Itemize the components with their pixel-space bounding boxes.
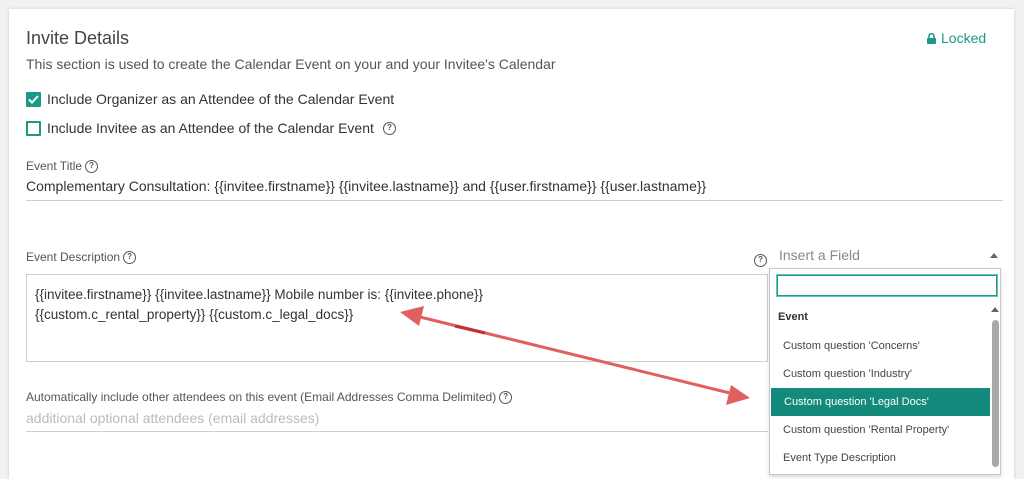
dropdown-option[interactable]: Custom question 'Rental Property' xyxy=(770,416,990,444)
help-icon[interactable]: ? xyxy=(499,390,513,404)
help-icon[interactable]: ? xyxy=(123,250,137,264)
organizer-attendee-checkbox[interactable] xyxy=(26,91,41,107)
insert-field-select[interactable]: Insert a Field xyxy=(779,247,1001,263)
dropdown-scrollbar-thumb[interactable] xyxy=(992,320,999,467)
invitee-attendee-row[interactable]: Include Invitee as an Attendee of the Ca… xyxy=(26,120,396,136)
invitee-attendee-label: Include Invitee as an Attendee of the Ca… xyxy=(47,120,374,136)
organizer-attendee-row[interactable]: Include Organizer as an Attendee of the … xyxy=(26,91,394,107)
dropdown-search-input[interactable] xyxy=(776,274,998,297)
caret-up-icon xyxy=(990,252,998,258)
attendees-label: Automatically include other attendees on… xyxy=(26,390,497,404)
dropdown-option[interactable]: Custom question 'Industry' xyxy=(770,360,990,388)
event-description-textarea[interactable]: {{invitee.firstname}} {{invitee.lastname… xyxy=(26,274,768,362)
help-icon[interactable]: ? xyxy=(85,159,99,173)
attendees-label-row: Automatically include other attendees on… xyxy=(26,390,513,404)
invitee-attendee-checkbox[interactable] xyxy=(26,120,41,136)
scroll-up-icon[interactable] xyxy=(991,307,999,312)
insert-field-help[interactable]: ? xyxy=(754,249,767,267)
help-icon[interactable]: ? xyxy=(754,253,767,267)
organizer-attendee-label: Include Organizer as an Attendee of the … xyxy=(47,91,395,107)
event-description-line: {{custom.c_rental_property}} {{custom.c_… xyxy=(35,307,354,322)
locked-label: Locked xyxy=(941,30,987,46)
locked-status[interactable]: Locked xyxy=(927,30,986,46)
event-title-label: Event Title xyxy=(26,159,83,173)
section-title: Invite Details xyxy=(26,28,130,48)
lock-icon xyxy=(927,32,936,44)
attendees-input[interactable]: additional optional attendees (email add… xyxy=(26,410,768,432)
event-title-field[interactable]: Complementary Consultation: {{invitee.fi… xyxy=(26,178,1003,201)
dropdown-group-label: Event xyxy=(778,311,808,323)
event-title-label-row: Event Title ? xyxy=(26,159,99,173)
insert-field-placeholder: Insert a Field xyxy=(779,247,860,263)
dropdown-option[interactable]: Custom question 'Concerns' xyxy=(770,332,990,360)
event-description-line: {{invitee.firstname}} {{invitee.lastname… xyxy=(35,287,484,302)
dropdown-option-selected[interactable]: Custom question 'Legal Docs' xyxy=(771,388,990,416)
checkmark-icon xyxy=(28,94,39,104)
section-subtitle: This section is used to create the Calen… xyxy=(26,56,556,72)
help-icon[interactable]: ? xyxy=(382,121,396,135)
event-description-label: Event Description xyxy=(26,250,121,264)
event-description-label-row: Event Description ? xyxy=(26,250,137,264)
insert-field-dropdown: Event Custom question 'Concerns' Custom … xyxy=(769,268,1001,475)
dropdown-option[interactable]: Event Type Description xyxy=(770,444,990,472)
